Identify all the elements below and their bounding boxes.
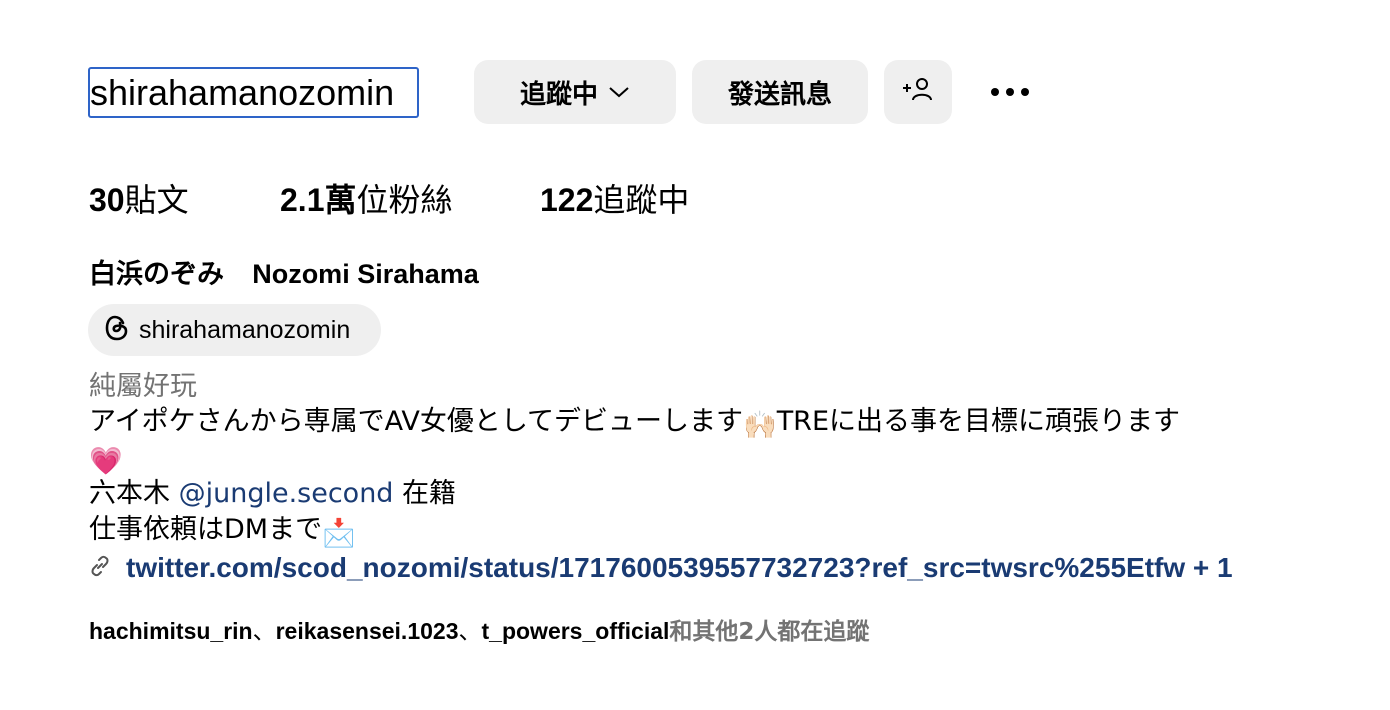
- link-icon: [88, 554, 112, 582]
- following-button-label: 追蹤中: [519, 79, 598, 110]
- more-dot: [1021, 88, 1029, 96]
- follower-username[interactable]: t_powers_official: [482, 618, 670, 644]
- envelope-emoji: 📩: [322, 518, 356, 549]
- bio-line-1-text-b: TREに出る事を目標に頑張ります: [776, 406, 1180, 437]
- bio-line-4-text: 仕事依頼はDMまで: [89, 514, 323, 545]
- bio-line-1-text-a: アイポケさんから専属でAV女優としてデビューします: [89, 406, 744, 437]
- mention-link[interactable]: @jungle.second: [179, 478, 394, 509]
- raised-hands-emoji: 🙌🏻: [743, 410, 777, 441]
- suggest-people-button[interactable]: [884, 60, 952, 124]
- bio-line-3-text-b: 在籍: [393, 478, 457, 509]
- more-dot: [1006, 88, 1014, 96]
- follower-username[interactable]: hachimitsu_rin: [89, 618, 253, 644]
- followers-number: 2.1萬: [280, 182, 357, 218]
- bio-line-3: 六本木 @jungle.second 在籍: [89, 476, 456, 512]
- name-latin: Nozomi Sirahama: [252, 259, 479, 289]
- posts-count: 30貼文: [89, 180, 189, 220]
- followers-link[interactable]: 2.1萬位粉絲: [280, 180, 453, 220]
- following-link[interactable]: 122追蹤中: [540, 180, 689, 220]
- bio-line-3-text-a: 六本木: [89, 478, 179, 509]
- name-japanese: 白浜のぞみ: [89, 259, 224, 290]
- separator: 、: [252, 619, 276, 645]
- profile-full-name: 白浜のぞみ Nozomi Sirahama: [89, 256, 479, 293]
- followed-by-text[interactable]: hachimitsu_rin、reikasensei.1023、t_powers…: [89, 614, 869, 649]
- bio-line-1: アイポケさんから専属でAV女優としてデビューします🙌🏻TREに出る事を目標に頑張…: [89, 404, 1180, 444]
- threads-badge[interactable]: shirahamanozomin: [88, 304, 381, 356]
- bio-external-link[interactable]: twitter.com/scod_nozomi/status/171760053…: [126, 552, 1233, 584]
- send-message-label: 發送訊息: [727, 79, 832, 110]
- pink-heart-emoji: 💗: [89, 446, 123, 477]
- following-button[interactable]: 追蹤中: [474, 60, 676, 124]
- chevron-down-icon: [608, 85, 630, 99]
- threads-handle: shirahamanozomin: [139, 315, 351, 344]
- username-heading[interactable]: shirahamanozomin: [88, 67, 419, 118]
- threads-icon: [104, 314, 130, 346]
- follower-username[interactable]: reikasensei.1023: [276, 618, 459, 644]
- send-message-button[interactable]: 發送訊息: [692, 60, 868, 124]
- bio-link-row[interactable]: twitter.com/scod_nozomi/status/171760053…: [88, 549, 1233, 587]
- followed-by-suffix: 和其他2人都在追蹤: [669, 619, 870, 645]
- bio-line-4: 仕事依頼はDMまで📩: [89, 512, 356, 552]
- following-label: 追蹤中: [593, 181, 690, 219]
- posts-number: 30: [89, 182, 125, 218]
- profile-category: 純屬好玩: [89, 371, 197, 402]
- followers-label: 位粉絲: [356, 181, 453, 219]
- following-number: 122: [540, 182, 594, 218]
- bio-heart: 💗: [89, 440, 123, 480]
- more-dot: [991, 88, 999, 96]
- add-person-icon: [901, 75, 935, 110]
- separator: 、: [458, 619, 482, 645]
- more-options-icon[interactable]: [980, 72, 1040, 112]
- posts-label: 貼文: [124, 181, 189, 219]
